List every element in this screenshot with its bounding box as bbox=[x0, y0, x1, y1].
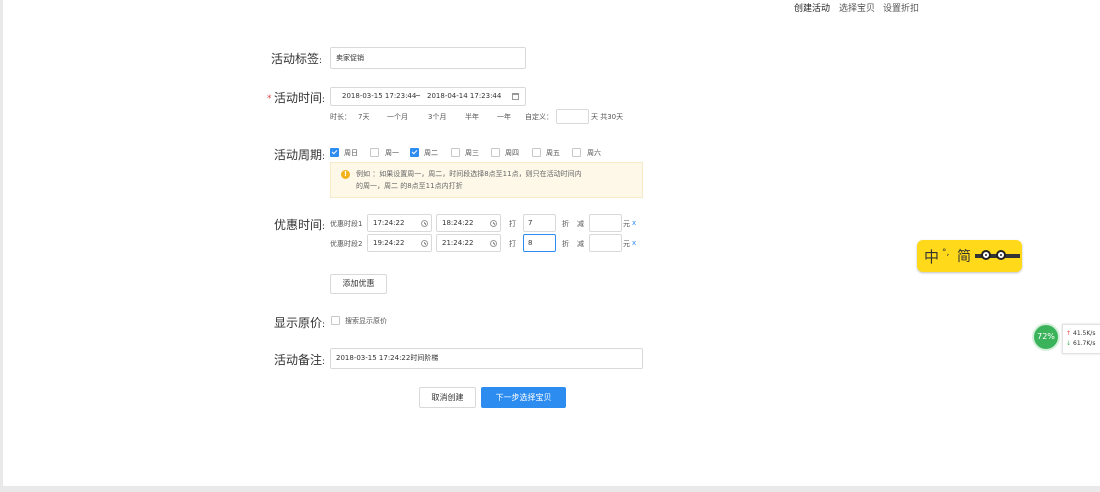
ime-mode[interactable]: 简 bbox=[957, 246, 971, 266]
date-range-picker[interactable]: 2018-03-15 17:23:44 ~ 2018-04-14 17:23:4… bbox=[330, 87, 526, 106]
duration-option-half-year[interactable]: 半年 bbox=[465, 112, 479, 122]
next-step-button[interactable]: 下一步选择宝贝 bbox=[481, 387, 566, 408]
start-datetime: 2018-03-15 17:23:44 bbox=[342, 92, 417, 100]
weekday-checkbox-sat[interactable] bbox=[572, 148, 581, 157]
weekday-checkbox-mon[interactable] bbox=[370, 148, 379, 157]
weekday-checkbox-fri[interactable] bbox=[532, 148, 541, 157]
clock-icon bbox=[421, 240, 428, 247]
period-1-currency: 元 bbox=[623, 220, 630, 228]
weekday-checkbox-thu[interactable] bbox=[491, 148, 500, 157]
download-speed: 61.7K/s bbox=[1073, 340, 1096, 347]
calendar-icon[interactable] bbox=[512, 93, 519, 100]
upload-arrow-icon: ↑ bbox=[1066, 330, 1072, 337]
weekday-label-thu: 周四 bbox=[505, 149, 519, 157]
weekday-label-sat: 周六 bbox=[587, 149, 601, 157]
period-1-start-input[interactable]: 17:24:22 bbox=[367, 214, 432, 232]
period-2-currency: 元 bbox=[623, 240, 630, 248]
add-discount-button[interactable]: 添加优惠 bbox=[330, 274, 387, 294]
tag-input[interactable]: 卖家促销 bbox=[330, 47, 526, 69]
show-price-label: 显示原价: bbox=[274, 316, 326, 330]
warning-icon: ! bbox=[341, 170, 350, 179]
period-1-minus-input[interactable] bbox=[589, 214, 622, 232]
range-separator: ~ bbox=[415, 92, 421, 100]
tag-label: 活动标签: bbox=[271, 52, 323, 66]
mascot-eye-icon bbox=[981, 250, 991, 260]
network-monitor[interactable]: ↑ 41.5K/s ↓ 61.7K/s bbox=[1062, 324, 1100, 354]
period-2-discount-label: 打 bbox=[509, 240, 516, 248]
period-2-minus-label: 减 bbox=[577, 240, 584, 248]
period-1-remove-button[interactable]: x bbox=[632, 219, 636, 227]
period-1-discount-input[interactable]: 7 bbox=[523, 214, 556, 232]
weekday-label-mon: 周一 bbox=[385, 149, 399, 157]
ime-language[interactable]: 中 bbox=[924, 246, 939, 267]
show-price-checkbox[interactable] bbox=[331, 316, 340, 325]
period-1-end-input[interactable]: 18:24:22 bbox=[436, 214, 501, 232]
period-2-remove-button[interactable]: x bbox=[632, 239, 636, 247]
period-2-start-input[interactable]: 19:24:22 bbox=[367, 234, 432, 252]
weekday-label-fri: 周五 bbox=[546, 149, 560, 157]
clock-icon bbox=[490, 220, 497, 227]
memory-gauge[interactable]: 72% bbox=[1032, 323, 1060, 351]
bottom-border bbox=[0, 486, 1100, 492]
required-mark: * bbox=[267, 94, 272, 104]
note-input[interactable]: 2018-03-15 17:24:22时间阶梯 bbox=[330, 348, 643, 369]
duration-option-3m[interactable]: 3个月 bbox=[428, 112, 446, 122]
clock-icon bbox=[490, 240, 497, 247]
period-label: 活动周期: bbox=[274, 148, 326, 162]
duration-option-7d[interactable]: 7天 bbox=[358, 112, 369, 122]
custom-duration-label: 自定义： bbox=[525, 113, 553, 121]
period-2-discount-input[interactable]: 8 bbox=[523, 234, 556, 252]
tip-line-1: 例如 ：如果设置周一，周二，时间段选择8点至11点，则只在活动时间内 bbox=[356, 170, 582, 178]
ime-toolbar[interactable]: 中 °, 简 bbox=[917, 240, 1022, 272]
note-label: 活动备注: bbox=[274, 353, 326, 367]
step-create-activity[interactable]: 创建活动 bbox=[794, 1, 830, 14]
mascot-eye-icon bbox=[996, 250, 1006, 260]
duration-option-1y[interactable]: 一年 bbox=[497, 112, 511, 122]
weekday-checkbox-sun[interactable] bbox=[330, 148, 339, 157]
period-1-label: 优惠时段1 bbox=[330, 220, 363, 228]
weekday-label-sun: 周日 bbox=[344, 149, 358, 157]
period-1-discount-label: 打 bbox=[509, 220, 516, 228]
period-tip-box: ! 例如 ：如果设置周一，周二，时间段选择8点至11点，则只在活动时间内 的周一… bbox=[330, 162, 643, 198]
period-2-minus-input[interactable] bbox=[589, 234, 622, 252]
download-arrow-icon: ↓ bbox=[1066, 340, 1072, 347]
discount-time-label: 优惠时间: bbox=[274, 218, 326, 232]
weekday-label-tue: 周二 bbox=[424, 149, 438, 157]
duration-option-1m[interactable]: 一个月 bbox=[387, 112, 408, 122]
custom-duration-input[interactable] bbox=[556, 109, 589, 124]
tip-line-2: 的周一，周二 的8点至11点内打折 bbox=[356, 182, 463, 190]
period-2-label: 优惠时段2 bbox=[330, 240, 363, 248]
duration-total: 天 共30天 bbox=[591, 113, 624, 121]
step-set-discount[interactable]: 设置折扣 bbox=[883, 1, 919, 14]
period-2-end-input[interactable]: 21:24:22 bbox=[436, 234, 501, 252]
weekday-label-wed: 周三 bbox=[465, 149, 479, 157]
weekday-checkbox-wed[interactable] bbox=[451, 148, 460, 157]
period-1-minus-label: 减 bbox=[577, 220, 584, 228]
step-select-items[interactable]: 选择宝贝 bbox=[839, 1, 875, 14]
clock-icon bbox=[421, 220, 428, 227]
weekday-checkbox-tue[interactable] bbox=[410, 148, 419, 157]
ime-punctuation[interactable]: °, bbox=[942, 248, 949, 258]
left-border bbox=[0, 0, 3, 492]
show-price-option-label: 搜索显示原价 bbox=[345, 317, 387, 325]
period-1-unit: 折 bbox=[562, 220, 569, 228]
duration-label: 时长： bbox=[330, 113, 351, 121]
cancel-button[interactable]: 取消创建 bbox=[419, 387, 476, 408]
end-datetime: 2018-04-14 17:23:44 bbox=[427, 92, 502, 100]
upload-speed: 41.5K/s bbox=[1073, 330, 1096, 337]
time-label: 活动时间: bbox=[274, 91, 326, 105]
period-2-unit: 折 bbox=[562, 240, 569, 248]
